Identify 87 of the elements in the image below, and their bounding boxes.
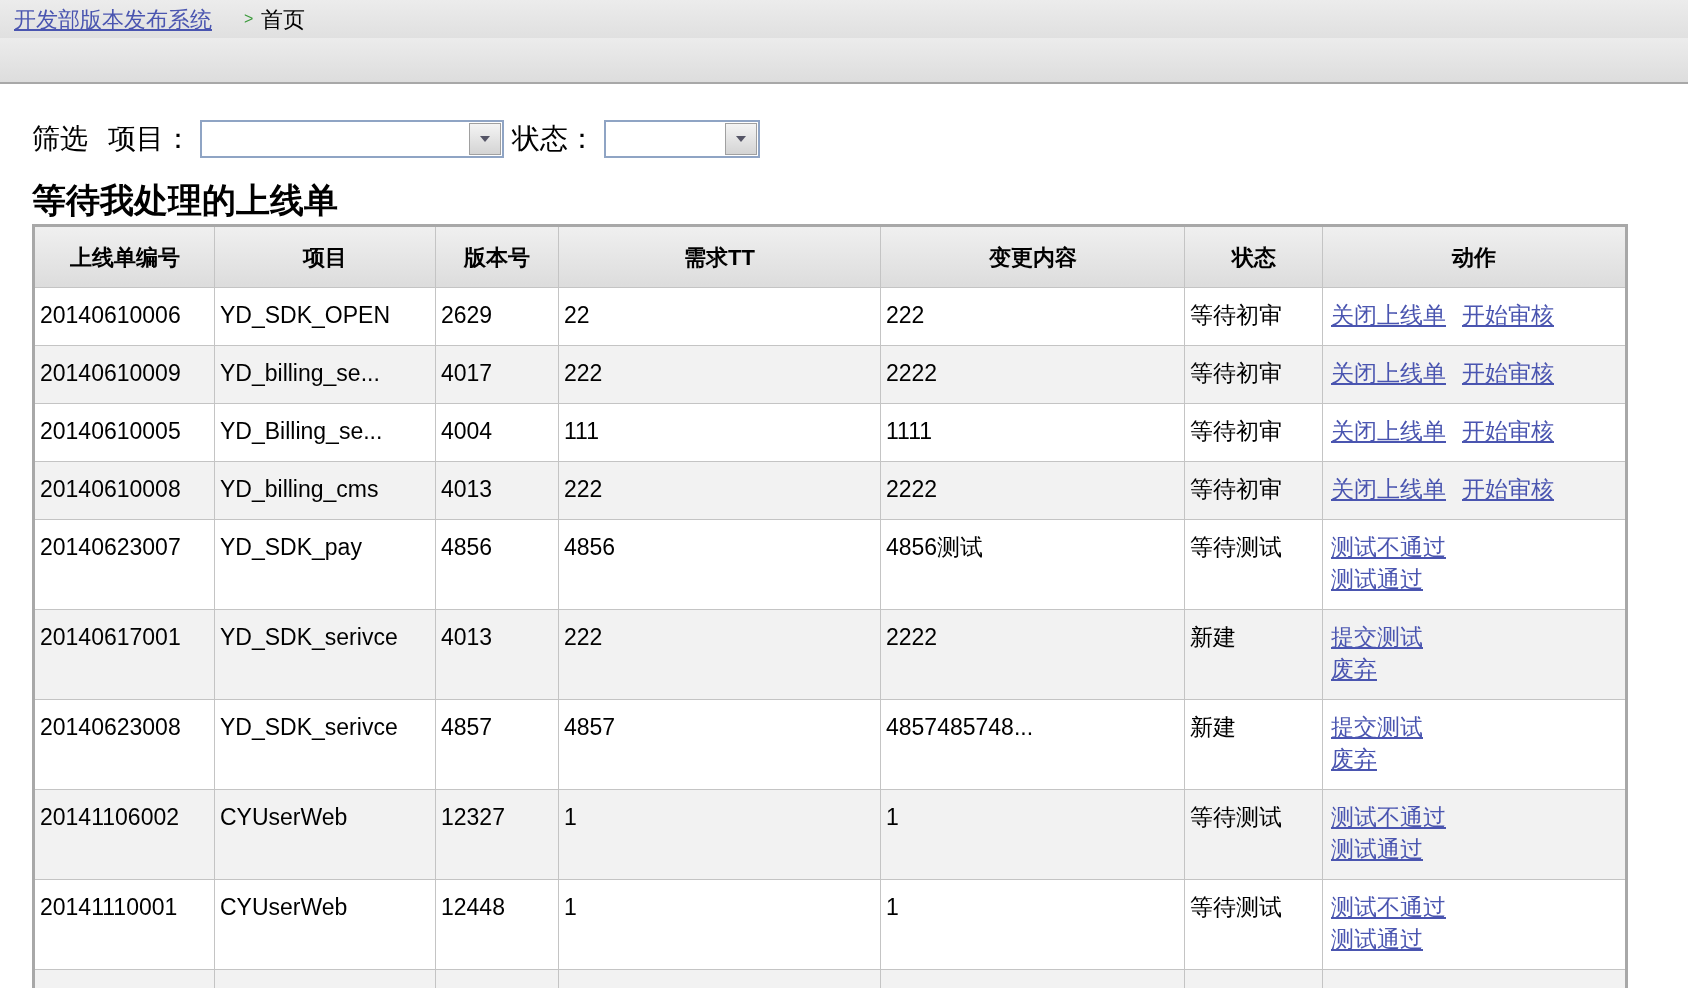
table-cell: YD_billing_se... — [214, 345, 436, 404]
home-link[interactable]: 开发部版本发布系统 — [14, 2, 212, 36]
table-cell: 1 — [558, 879, 881, 970]
table-cell: 4857485748... — [880, 699, 1185, 790]
action-link[interactable]: 关闭上线单 — [1331, 299, 1446, 331]
action-link[interactable]: 测试通过 — [1331, 563, 1423, 595]
table-cell: 4857 — [558, 699, 881, 790]
table-cell: 4017 — [435, 345, 559, 404]
column-header: 需求TT — [558, 225, 881, 288]
table-cell: 2222 — [880, 461, 1185, 520]
table-cell: 4013 — [435, 609, 559, 700]
table-cell: 222 — [558, 609, 881, 700]
dropdown-field[interactable] — [200, 120, 504, 158]
table-cell: 2222 — [880, 345, 1185, 404]
table-cell: YD_SDK_serivce — [214, 699, 436, 790]
table-cell: 20140610009 — [33, 345, 215, 404]
action-link[interactable]: 开始审核 — [1462, 473, 1554, 505]
table-cell: CYUserWeb — [214, 789, 436, 880]
column-header: 项目 — [214, 225, 436, 288]
action-link[interactable]: 测试不通过 — [1331, 801, 1446, 833]
table-cell: YD_billing_cms — [214, 461, 436, 520]
table-cell: 20141106002 — [33, 789, 215, 880]
table-cell: 20141110001 — [33, 879, 215, 970]
table-cell: 等待测试 — [1184, 519, 1323, 610]
table-cell: 4856测试 — [880, 519, 1185, 610]
table-cell: YD_SDK_serivce — [214, 609, 436, 700]
table-cell: 4857 — [435, 699, 559, 790]
column-header: 变更内容 — [880, 225, 1185, 288]
action-link[interactable]: 废弃 — [1331, 743, 1377, 775]
table-cell: 等待测试 — [1184, 789, 1323, 880]
table-cell: 等待初审 — [1184, 287, 1323, 346]
breadcrumb-current: 首页 — [261, 5, 306, 34]
table-cell: 20140610008 — [33, 461, 215, 520]
action-link[interactable]: 开始审核 — [1462, 357, 1554, 389]
action-link[interactable]: 测试不通过 — [1331, 891, 1446, 923]
table-cell: 等待初审 — [1184, 461, 1323, 520]
table-cell: 4013 — [435, 461, 559, 520]
table-cell: 222 — [880, 287, 1185, 346]
table-cell: 20140623007 — [33, 519, 215, 610]
filter-field-label: 状态： — [512, 122, 596, 156]
column-header: 版本号 — [435, 225, 559, 288]
table-cell: 1 — [558, 789, 881, 880]
table-cell: 1 — [880, 789, 1185, 880]
table-cell: YD_SDK_OPEN — [214, 287, 436, 346]
table-cell: 4856 — [558, 519, 881, 610]
action-link[interactable]: 关闭上线单 — [1331, 357, 1446, 389]
table-cell: 4856 — [435, 519, 559, 610]
table-cell: 12448 — [435, 879, 559, 970]
action-link[interactable]: 关闭上线单 — [1331, 473, 1446, 505]
action-link[interactable]: 测试不通过 — [1331, 531, 1446, 563]
table-cell: 12327 — [435, 789, 559, 880]
table-cell: 2629 — [435, 287, 559, 346]
table-cell: 等待初审 — [1184, 403, 1323, 462]
table-cell: 20140617001 — [33, 609, 215, 700]
table-cell: 222 — [558, 461, 881, 520]
action-link[interactable]: 关闭上线单 — [1331, 415, 1446, 447]
action-link[interactable]: 开始审核 — [1462, 415, 1554, 447]
table-cell: CYUserWeb — [214, 879, 436, 970]
filter-field-label: 项目： — [108, 122, 192, 156]
table-cell: 1111 — [880, 403, 1185, 462]
table-cell: 新建 — [1184, 699, 1323, 790]
table-cell: 20140610005 — [33, 403, 215, 462]
action-link[interactable]: 提交测试 — [1331, 711, 1423, 743]
table-cell: YD_Billing_se... — [214, 403, 436, 462]
dropdown-field[interactable] — [604, 120, 760, 158]
action-link[interactable]: 测试通过 — [1331, 923, 1423, 955]
action-link[interactable]: 提交测试 — [1331, 621, 1423, 653]
table-cell: 222 — [558, 345, 881, 404]
table-cell: 20140610006 — [33, 287, 215, 346]
column-header: 上线单编号 — [33, 225, 215, 288]
breadcrumb-separator: > — [244, 9, 254, 29]
action-link[interactable]: 废弃 — [1331, 653, 1377, 685]
section-title: 等待我处理的上线单 — [32, 179, 339, 222]
table-cell: 新建 — [1184, 609, 1323, 700]
table-cell: 2222 — [880, 609, 1185, 700]
table-cell: 等待测试 — [1184, 879, 1323, 970]
table-cell: YD_SDK_pay — [214, 519, 436, 610]
table-cell: 4004 — [435, 403, 559, 462]
table-cell: 22 — [558, 287, 881, 346]
filter-label: 筛选 — [32, 122, 88, 156]
table-cell: 1 — [880, 879, 1185, 970]
action-link[interactable]: 测试通过 — [1331, 833, 1423, 865]
table-cell: 等待初审 — [1184, 345, 1323, 404]
column-header: 状态 — [1184, 225, 1323, 288]
action-link[interactable]: 开始审核 — [1462, 299, 1554, 331]
table-cell: 20140623008 — [33, 699, 215, 790]
table-cell: 111 — [558, 403, 881, 462]
